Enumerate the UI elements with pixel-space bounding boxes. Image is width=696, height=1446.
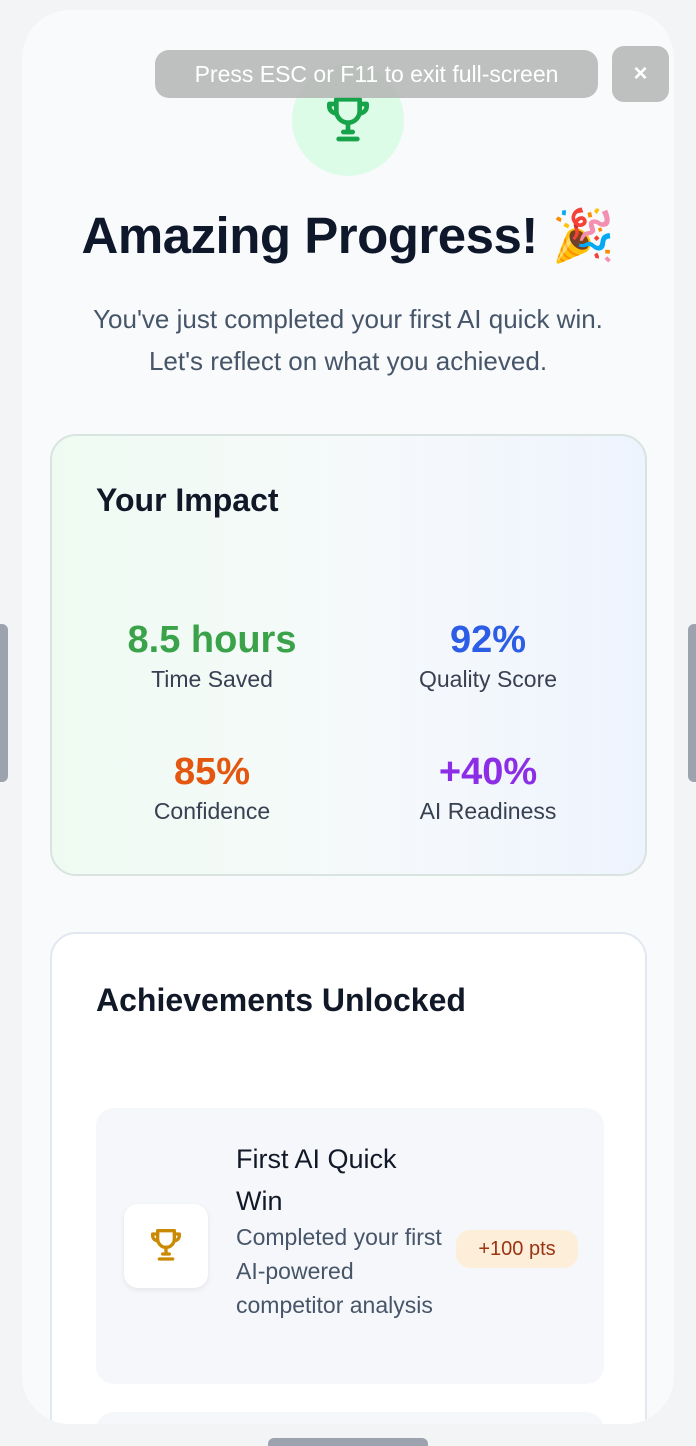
metric-label: AI Readiness xyxy=(419,798,557,824)
subtitle-line: Let's reflect on what you achieved. xyxy=(148,346,548,376)
page-subtitle: You've just completed your first AI quic… xyxy=(52,298,644,382)
metric-time-saved: 8.5 hours Time Saved xyxy=(74,618,350,693)
metric-label: Confidence xyxy=(153,798,271,824)
achievements-card: Achievements Unlocked First AI Quick Win… xyxy=(50,932,647,1424)
page-title: Amazing Progress! 🎉 xyxy=(81,207,615,264)
impact-heading: Your Impact xyxy=(96,482,279,518)
achievement-item[interactable]: First AI Quick Win Completed your first … xyxy=(96,1108,604,1384)
right-edge-handle[interactable] xyxy=(688,624,696,782)
fullscreen-close-button[interactable]: × xyxy=(612,46,669,102)
metric-ai-readiness: +40% AI Readiness xyxy=(350,750,626,825)
metric-confidence: 85% Confidence xyxy=(74,750,350,825)
subtitle-line: You've just completed your first AI quic… xyxy=(93,304,603,334)
trophy-icon xyxy=(320,90,376,151)
metric-value: 8.5 hours xyxy=(127,619,297,661)
achievement-item[interactable] xyxy=(96,1412,604,1424)
metric-value: 85% xyxy=(173,751,251,793)
achievement-points-badge: +100 pts xyxy=(456,1230,578,1268)
metric-label: Time Saved xyxy=(151,666,273,692)
metric-value: 92% xyxy=(449,619,527,661)
achievement-icon-tile xyxy=(124,1204,208,1288)
metric-label: Quality Score xyxy=(418,666,558,692)
left-edge-handle[interactable] xyxy=(0,624,8,782)
achievements-heading: Achievements Unlocked xyxy=(96,982,466,1018)
achievement-description: Completed your first AI-powered competit… xyxy=(236,1224,442,1318)
progress-sheet: Press ESC or F11 to exit full-screen × A… xyxy=(22,10,674,1424)
trophy-icon xyxy=(146,1224,186,1269)
metric-quality-score: 92% Quality Score xyxy=(350,618,626,693)
fullscreen-exit-notice: Press ESC or F11 to exit full-screen xyxy=(155,50,598,98)
bottom-drag-handle[interactable] xyxy=(268,1438,428,1446)
metric-value: +40% xyxy=(438,751,538,793)
achievement-title: First AI Quick Win xyxy=(236,1144,397,1216)
impact-card: Your Impact 8.5 hours Time Saved 92% Qua… xyxy=(50,434,647,876)
